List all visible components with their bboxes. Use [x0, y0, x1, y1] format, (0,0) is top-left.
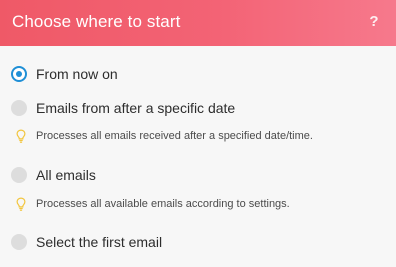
- option-label: From now on: [36, 66, 118, 82]
- radio-unchecked-icon[interactable]: [11, 167, 27, 183]
- radio-checked-icon[interactable]: [11, 66, 27, 82]
- dialog-title: Choose where to start: [12, 12, 181, 31]
- radio-unchecked-icon[interactable]: [11, 100, 27, 116]
- dialog-header: Choose where to start ?: [0, 0, 396, 46]
- radio-unchecked-icon[interactable]: [11, 234, 27, 250]
- hint-emails-after-date: Processes all emails received after a sp…: [0, 126, 396, 146]
- option-label: Select the first email: [36, 234, 163, 250]
- choose-start-dialog: Choose where to start ? From now on Emai…: [0, 0, 396, 267]
- option-label: Emails from after a specific date: [36, 100, 236, 116]
- option-label: All emails: [36, 167, 96, 183]
- hint-all-emails: Processes all available emails according…: [0, 194, 396, 214]
- option-all-emails[interactable]: All emails: [0, 162, 396, 188]
- lightbulb-icon: [16, 129, 26, 143]
- lightbulb-icon: [16, 197, 26, 211]
- hint-text: Processes all emails received after a sp…: [36, 130, 313, 142]
- help-button[interactable]: ?: [367, 11, 381, 33]
- option-emails-after-date[interactable]: Emails from after a specific date: [0, 95, 396, 121]
- hint-text: Processes all available emails according…: [36, 198, 290, 210]
- option-select-first-email[interactable]: Select the first email: [0, 229, 396, 255]
- option-from-now-on[interactable]: From now on: [0, 61, 396, 87]
